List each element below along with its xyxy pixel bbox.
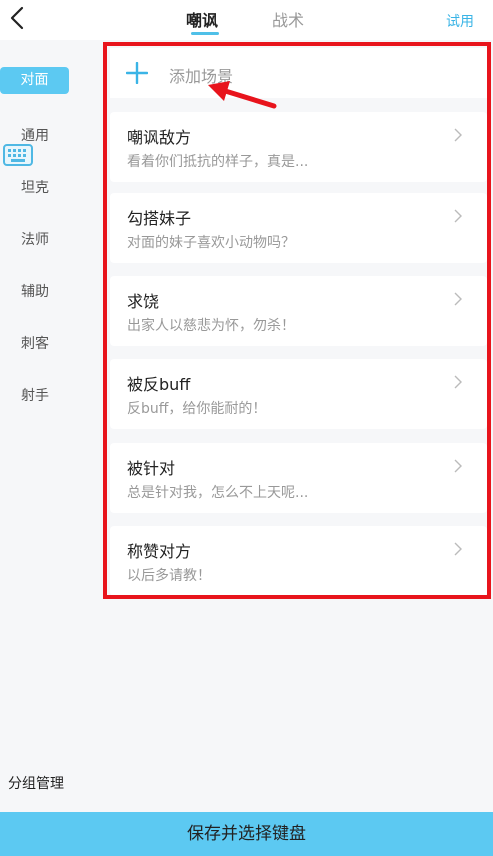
- top-bar: 嘲讽 战术 试用: [0, 0, 493, 40]
- sidebar-item-opponent[interactable]: 对面: [0, 67, 69, 94]
- trial-button[interactable]: 试用: [446, 11, 474, 31]
- sidebar-item-marksman[interactable]: 射手: [0, 385, 70, 405]
- sidebar-item-support[interactable]: 辅助: [0, 281, 70, 301]
- annotation-arrow-icon: [208, 81, 277, 109]
- active-tab-indicator: [191, 32, 219, 35]
- category-sidebar: 对面 通用 坦克 法师 辅助 刺客 射手 分组管理: [0, 40, 102, 812]
- tab-tactics[interactable]: 战术: [272, 7, 304, 31]
- sidebar-item-mage[interactable]: 法师: [0, 229, 70, 249]
- keyboard-icon[interactable]: [3, 141, 33, 169]
- back-arrow-icon[interactable]: [6, 4, 30, 32]
- highlight-frame: [103, 42, 491, 599]
- sidebar-item-tank[interactable]: 坦克: [0, 177, 70, 197]
- group-manage-link[interactable]: 分组管理: [8, 773, 64, 793]
- tab-taunt[interactable]: 嘲讽: [186, 7, 218, 31]
- save-and-select-keyboard-button[interactable]: 保存并选择键盘: [0, 812, 493, 856]
- sidebar-item-assassin[interactable]: 刺客: [0, 333, 70, 353]
